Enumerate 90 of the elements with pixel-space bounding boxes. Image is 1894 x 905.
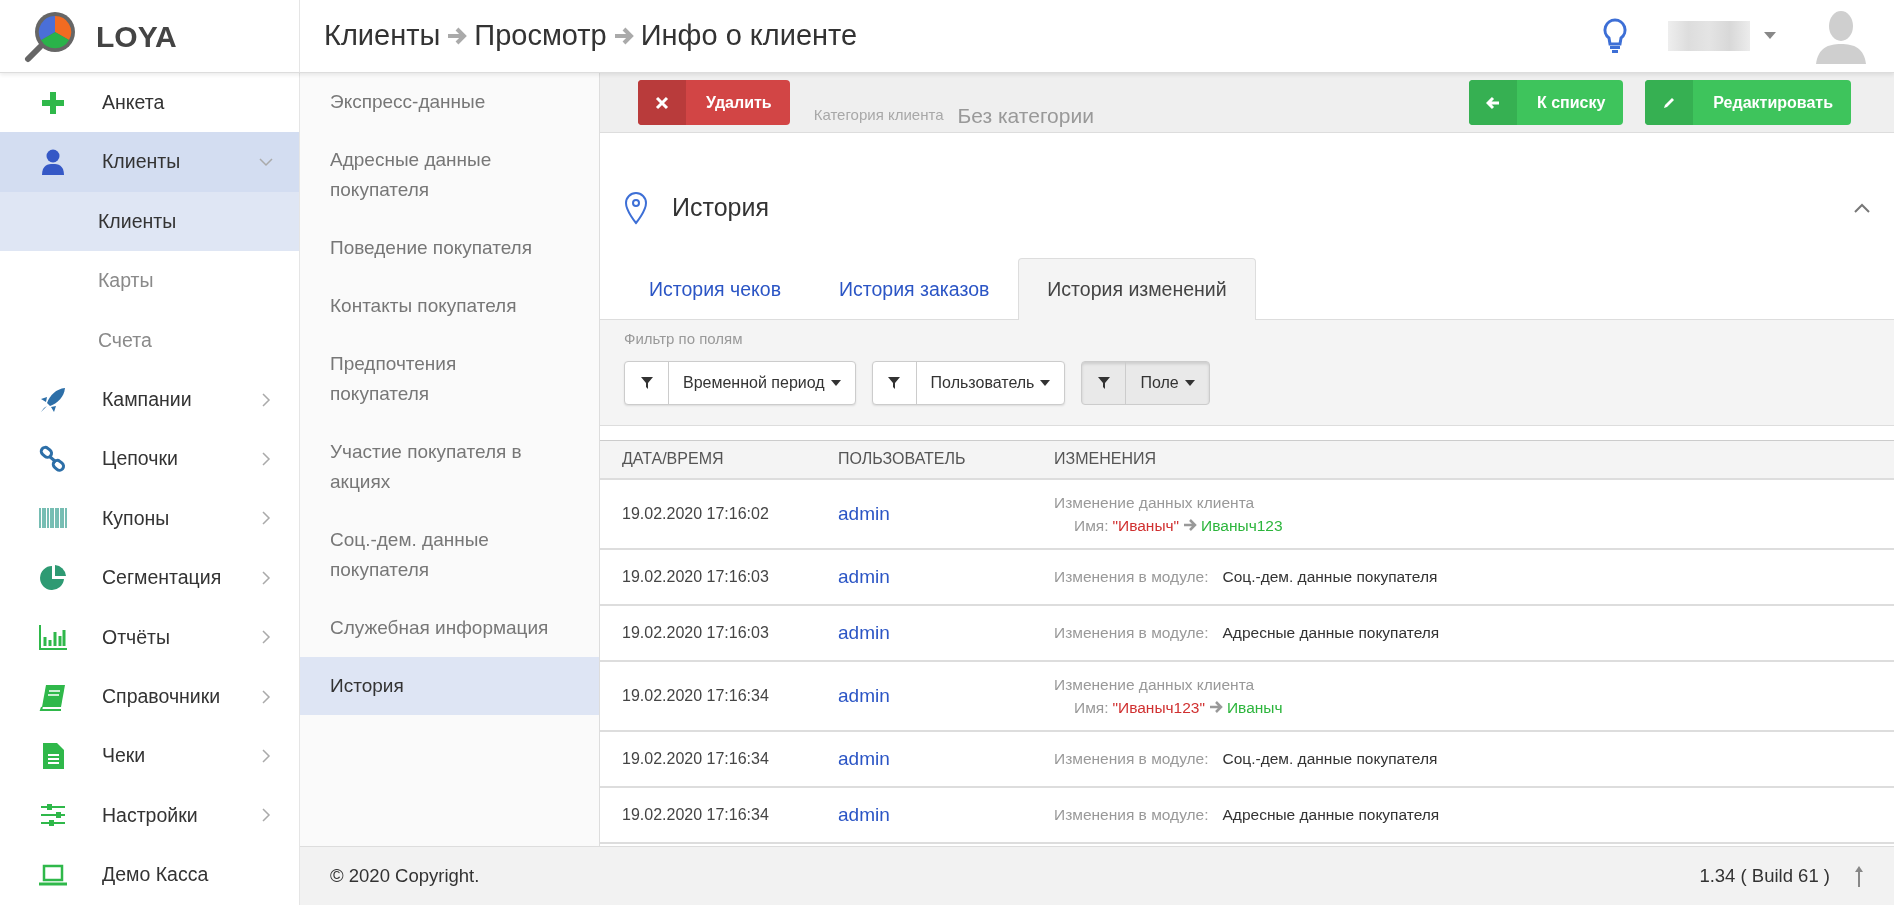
caret-icon[interactable] <box>1764 32 1776 40</box>
change-label: Изменения в модуле: <box>1054 749 1209 770</box>
section-title: История <box>672 192 769 224</box>
tab[interactable]: История чеков <box>620 258 810 321</box>
change-label: Изменения в модуле: <box>1054 623 1209 644</box>
version-text: 1.34 ( Build 61 ) <box>1699 864 1830 889</box>
column-header: ПОЛЬЗОВАТЕЛЬ <box>838 449 967 470</box>
chain-icon <box>38 444 68 475</box>
field-value: Без категории <box>957 102 1094 129</box>
user-link[interactable]: admin <box>838 803 890 825</box>
close-icon <box>655 95 669 110</box>
sidebar-item[interactable]: Анкета <box>0 73 299 133</box>
change-title: Изменение данных клиента <box>1054 492 1256 513</box>
pencil-icon <box>1662 95 1677 110</box>
table-cell: 19.02.2020 17:16:03 <box>622 623 769 641</box>
scroll-top-icon[interactable] <box>1854 865 1864 887</box>
sidebar-item[interactable]: Демо Касса <box>0 845 299 905</box>
sidebar-item[interactable]: Клиенты <box>0 191 299 252</box>
sidebar-item[interactable]: Настройки <box>0 785 299 846</box>
caret-icon <box>1040 379 1051 386</box>
sidebar-item[interactable]: Купоны <box>0 488 299 549</box>
copyright-text: © 2020 Copyright. <box>330 864 480 889</box>
column-header: ДАТА/ВРЕМЯ <box>621 449 725 470</box>
table-cell: 19.02.2020 17:16:34 <box>622 805 769 823</box>
breadcrumb-item: Инфо о клиенте <box>640 18 858 54</box>
filter-icon <box>888 376 901 389</box>
table-cell: 19.02.2020 17:16:34 <box>622 749 769 767</box>
new-value: Иваныч123 <box>1201 515 1283 536</box>
old-value: "Иваныч123" <box>1112 697 1205 718</box>
section-nav-item[interactable]: Адресные данные покупателя <box>300 131 599 219</box>
module-name: Адресные данные покупателя <box>1222 805 1440 826</box>
map-pin-icon <box>624 191 648 225</box>
section-nav-item[interactable]: Соц.-дем. данные покупателя <box>300 511 599 599</box>
section-nav-item[interactable]: Служебная информация <box>300 599 599 657</box>
change-label: Изменения в модуле: <box>1054 567 1209 588</box>
filter-icon <box>640 376 653 389</box>
tab[interactable]: История заказов <box>810 258 1019 321</box>
table-cell: 19.02.2020 17:16:34 <box>622 686 769 704</box>
sidebar-item[interactable]: Карты <box>0 251 299 311</box>
section-nav-item[interactable]: Экспресс-данные <box>300 73 599 131</box>
arrow-icon <box>446 25 469 47</box>
tab[interactable]: История изменений <box>1018 258 1256 321</box>
table-cell: 19.02.2020 17:16:02 <box>622 504 769 522</box>
sidebar-item[interactable]: Счета <box>0 310 299 370</box>
user-link[interactable]: admin <box>838 565 890 587</box>
brand-name: LOYA <box>96 18 177 55</box>
chevron-icon[interactable] <box>1854 203 1870 213</box>
user-link[interactable]: admin <box>838 684 890 706</box>
lightbulb-icon[interactable] <box>1602 17 1628 55</box>
user-link[interactable]: admin <box>838 502 890 524</box>
column-header: ИЗМЕНЕНИЯ <box>1054 449 1156 470</box>
field-name: Имя: <box>1074 697 1109 718</box>
pie-chart-icon <box>38 562 68 593</box>
user-link[interactable]: admin <box>838 621 890 643</box>
module-name: Соц.-дем. данные покупателя <box>1222 749 1438 770</box>
sidebar-item[interactable]: Справочники <box>0 666 299 727</box>
filter-icon <box>1097 376 1110 389</box>
logo-icon <box>24 9 78 63</box>
arrow-icon <box>612 25 635 47</box>
section-nav-item[interactable]: История <box>300 657 599 715</box>
section-nav-item[interactable]: Поведение покупателя <box>300 219 599 277</box>
sidebar-item[interactable]: Отчёты <box>0 607 299 667</box>
section-nav-item[interactable]: Контакты покупателя <box>300 277 599 335</box>
arrow-icon <box>1183 519 1198 532</box>
user-link[interactable]: admin <box>838 747 890 769</box>
module-name: Адресные данные покупателя <box>1222 623 1440 644</box>
sidebar-item[interactable]: Клиенты <box>0 132 299 192</box>
change-label: Изменения в модуле: <box>1054 805 1209 826</box>
sidebar-item[interactable]: Чеки <box>0 726 299 786</box>
arrow-icon <box>1208 701 1223 714</box>
breadcrumb-item[interactable]: Клиенты <box>324 14 441 58</box>
section-nav-item[interactable]: Предпочтения покупателя <box>300 335 599 423</box>
caret-icon <box>830 379 841 386</box>
arrow-left-icon <box>1485 95 1500 110</box>
field-label: Категория клиента <box>813 105 944 126</box>
table-cell: 19.02.2020 17:16:03 <box>622 567 769 585</box>
breadcrumb-item[interactable]: Просмотр <box>474 14 607 58</box>
field-name: Имя: <box>1074 515 1109 536</box>
old-value: "Иваныч" <box>1112 515 1180 536</box>
caret-icon <box>1184 379 1195 386</box>
new-value: Иваныч <box>1226 697 1283 718</box>
change-title: Изменение данных клиента <box>1054 674 1256 695</box>
module-name: Соц.-дем. данные покупателя <box>1222 567 1438 588</box>
bar-chart-icon <box>38 622 68 653</box>
action-button[interactable]: Удалить <box>638 80 790 125</box>
section-nav-item[interactable]: Участие покупателя в акциях <box>300 423 599 511</box>
sidebar-item[interactable]: Кампании <box>0 369 299 430</box>
sidebar-item[interactable]: Сегментация <box>0 548 299 608</box>
filter-label: Фильтр по полям <box>624 329 744 350</box>
sidebar-item[interactable]: Цепочки <box>0 429 299 489</box>
